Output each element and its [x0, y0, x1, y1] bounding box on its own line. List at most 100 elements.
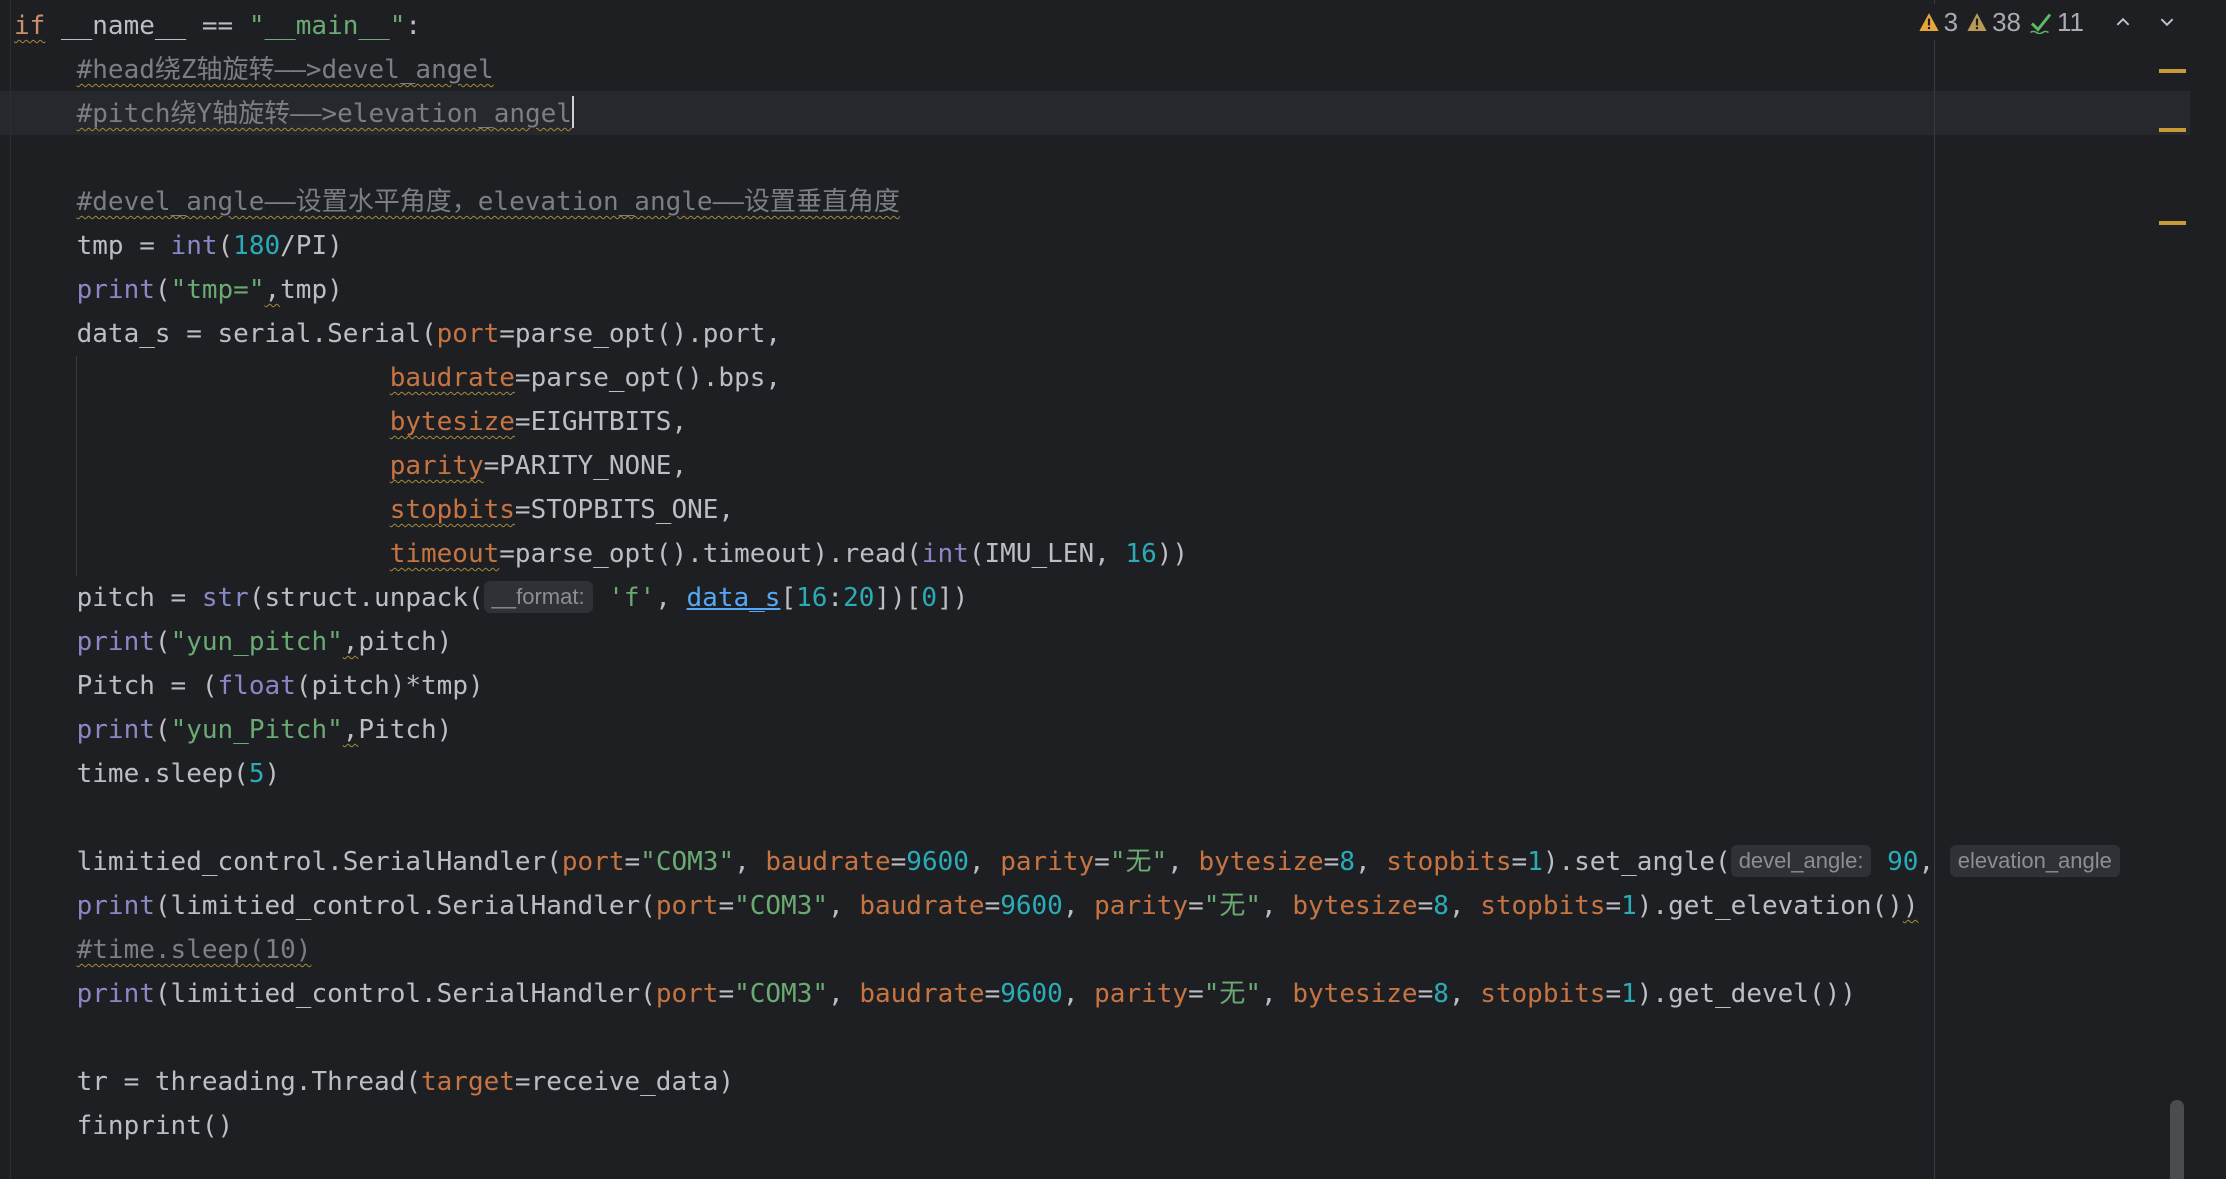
code-text: ,: [342, 715, 359, 745]
code-line-1[interactable]: if __name__ == "__main__":: [14, 4, 421, 48]
code-line-26[interactable]: finprint(): [14, 1104, 234, 1148]
code-text: ).get_elevation(): [1636, 891, 1903, 921]
code-text: =: [1417, 891, 1434, 921]
code-line-7[interactable]: print("tmp=",tmp): [14, 268, 343, 312]
previous-problem-button[interactable]: [2110, 9, 2136, 35]
warnings-counter-b[interactable]: 38: [1966, 7, 2021, 38]
code-line-9[interactable]: baudrate=parse_opt().bps,: [14, 356, 781, 400]
code-text: =: [1323, 847, 1340, 877]
code-text: (: [154, 627, 171, 657]
code-text: ,: [264, 275, 281, 305]
string-literal: "COM3": [734, 891, 829, 921]
inspection-widget[interactable]: 3 38 11: [1913, 4, 2184, 40]
code-text: ,: [1167, 847, 1199, 877]
code-text: __name__ ==: [45, 11, 249, 41]
code-line-12[interactable]: stopbits=STOPBITS_ONE,: [14, 488, 734, 532]
keyword-if: if: [14, 11, 46, 41]
next-problem-button[interactable]: [2154, 9, 2180, 35]
code-line-22[interactable]: #time.sleep(10): [14, 928, 312, 972]
code-text: data_s = serial.Serial(: [76, 319, 437, 349]
typo-counter[interactable]: 11: [2029, 7, 2084, 38]
code-text: ): [1902, 891, 1919, 921]
number-literal: 9600: [1000, 891, 1063, 921]
param-name: timeout: [389, 539, 500, 569]
code-line-17[interactable]: print("yun_Pitch",Pitch): [14, 708, 453, 752]
error-stripe-mark[interactable]: [2159, 69, 2186, 73]
number-literal: 8: [1433, 891, 1449, 921]
param-name: port: [655, 891, 719, 921]
code-text: =receive_data): [514, 1067, 735, 1097]
builtin-print: print: [76, 627, 155, 657]
string-literal: "无": [1203, 891, 1262, 921]
code-line-5[interactable]: #devel_angle——设置水平角度，elevation_angle——设置…: [14, 180, 900, 224]
code-line-14[interactable]: pitch = str(struct.unpack(__format: 'f',…: [14, 576, 968, 620]
param-name: baudrate: [859, 891, 985, 921]
code-text: =: [1188, 891, 1204, 921]
code-line-10[interactable]: bytesize=EIGHTBITS,: [14, 400, 687, 444]
code-text: =parse_opt().port,: [499, 319, 782, 349]
number-literal: 180: [233, 231, 281, 261]
code-text: (struct.unpack(: [248, 583, 484, 613]
number-literal: 20: [843, 583, 875, 613]
code-text: (limitied_control.SerialHandler(: [154, 891, 656, 921]
code-text: Pitch = (: [76, 671, 218, 701]
code-line-21[interactable]: print(limitied_control.SerialHandler(por…: [14, 884, 1919, 928]
code-text: =: [1511, 847, 1528, 877]
code-line-2[interactable]: #head绕Z轴旋转——>devel_angel: [14, 48, 494, 92]
code-line-25[interactable]: tr = threading.Thread(target=receive_dat…: [14, 1060, 734, 1104]
code-line-13[interactable]: timeout=parse_opt().timeout).read(int(IM…: [14, 532, 1188, 576]
code-text: =: [624, 847, 641, 877]
code-line-23[interactable]: print(limitied_control.SerialHandler(por…: [14, 972, 1856, 1016]
code-text: ): [264, 759, 281, 789]
code-text: (: [154, 715, 171, 745]
code-text: tr = threading.Thread(: [76, 1067, 421, 1097]
code-text: =: [984, 979, 1001, 1009]
string-literal: "yun_Pitch": [170, 715, 343, 745]
error-stripe-mark[interactable]: [2159, 221, 2186, 225]
code-text: =: [1605, 979, 1622, 1009]
comment: #head绕Z轴旋转——>devel_angel: [76, 55, 494, 85]
code-text: )): [1156, 539, 1189, 569]
code-line-11[interactable]: parity=PARITY_NONE,: [14, 444, 687, 488]
code-text: ,: [828, 979, 860, 1009]
code-text: (limitied_control.SerialHandler(: [154, 979, 656, 1009]
param-name: bytesize: [1292, 979, 1418, 1009]
code-line-20[interactable]: limitied_control.SerialHandler(port="COM…: [14, 840, 2120, 884]
number-literal: 16: [796, 583, 828, 613]
warnings-counter-a[interactable]: 3: [1918, 7, 1958, 38]
code-text: finprint(): [76, 1111, 234, 1141]
vertical-scrollbar-thumb[interactable]: [2170, 1100, 2184, 1179]
code-line-8[interactable]: data_s = serial.Serial(port=parse_opt().…: [14, 312, 781, 356]
number-literal: 1: [1621, 979, 1637, 1009]
param-hint: devel_angle:: [1730, 845, 1872, 877]
code-text: =: [1605, 891, 1622, 921]
code-text: ,: [1354, 847, 1387, 877]
code-line-15[interactable]: print("yun_pitch",pitch): [14, 620, 453, 664]
builtin-print: print: [76, 979, 155, 1009]
typo-check-icon: [2030, 13, 2052, 34]
string-literal: "tmp=": [170, 275, 265, 305]
code-line-16[interactable]: Pitch = (float(pitch)*tmp): [14, 664, 484, 708]
code-line-3[interactable]: #pitch绕Y轴旋转——>elevation_angel: [14, 92, 574, 136]
code-text: ,: [1062, 979, 1095, 1009]
code-text: pitch =: [76, 583, 202, 613]
code-text: ).get_devel()): [1636, 979, 1856, 1009]
error-stripe-mark[interactable]: [2159, 128, 2186, 132]
variable-link[interactable]: data_s: [687, 583, 781, 613]
code-text: ).set_angle(: [1542, 847, 1731, 877]
code-line-18[interactable]: time.sleep(5): [14, 752, 281, 796]
code-text: limitied_control.SerialHandler(: [76, 847, 562, 877]
param-name: parity: [1094, 979, 1189, 1009]
string-literal: "__main__": [248, 11, 406, 41]
builtin-print: print: [76, 275, 155, 305]
code-text: :: [405, 11, 422, 41]
code-line-6[interactable]: tmp = int(180/PI): [14, 224, 343, 268]
code-text: ,: [1261, 979, 1293, 1009]
param-hint: __format:: [483, 581, 593, 613]
param-name: parity: [389, 451, 484, 481]
code-text: ,: [734, 847, 766, 877]
param-name: bytesize: [1292, 891, 1418, 921]
param-name: stopbits: [1480, 891, 1606, 921]
code-editor[interactable]: if __name__ == "__main__": #head绕Z轴旋转——>…: [0, 0, 2226, 1179]
param-name: bytesize: [1198, 847, 1324, 877]
